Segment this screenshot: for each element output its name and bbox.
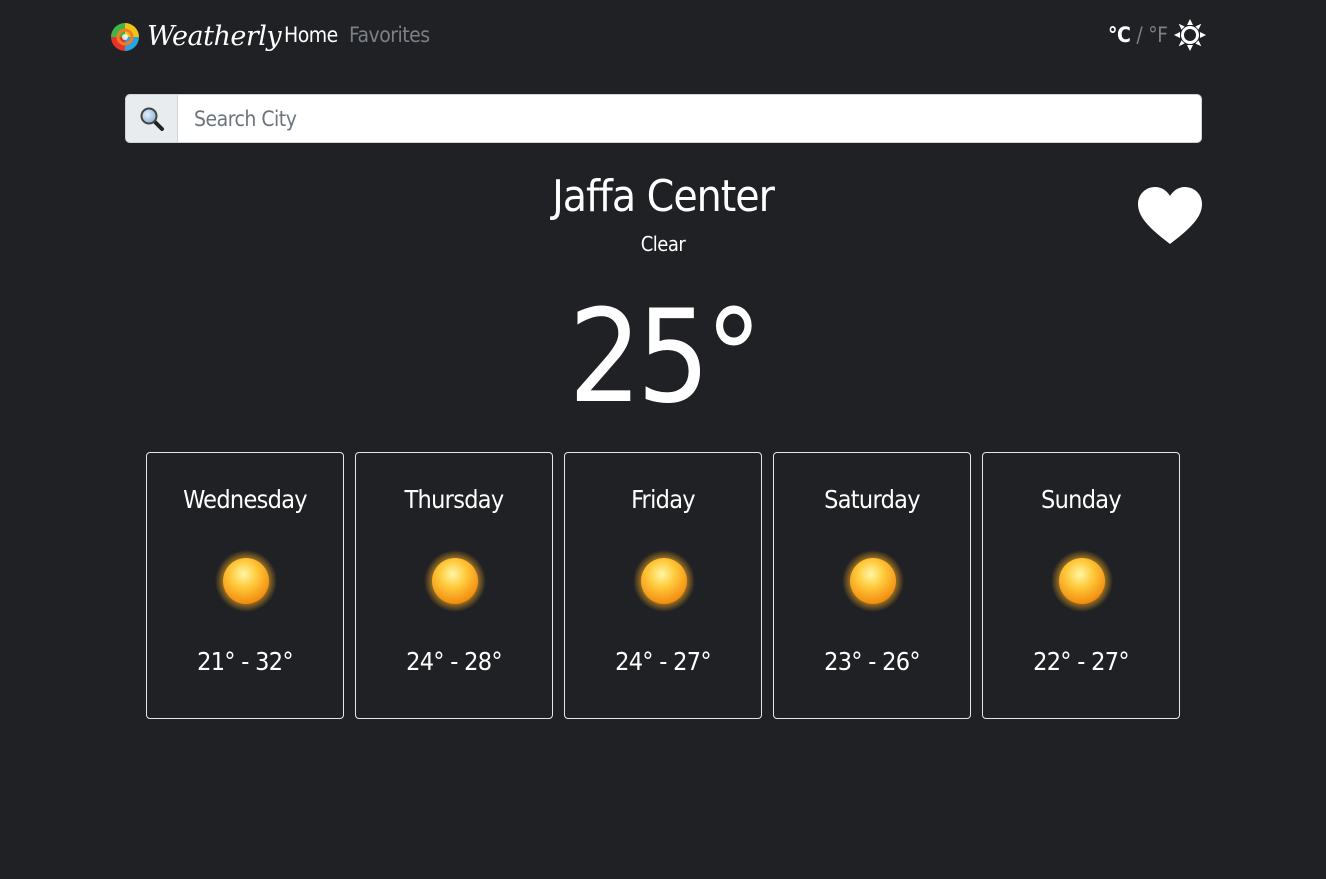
forecast-day-name: Friday — [631, 485, 695, 514]
forecast-day-name: Thursday — [404, 485, 505, 514]
fahrenheit-option[interactable]: °F — [1148, 20, 1168, 50]
nav-home-link[interactable]: Home — [284, 20, 338, 50]
forecast-day-card: Wednesday 21° - 32° — [146, 452, 344, 719]
forecast-temp-range: 21° - 32° — [197, 647, 294, 676]
forecast-temp-range: 22° - 27° — [1033, 647, 1130, 676]
search-input[interactable] — [178, 94, 1202, 143]
forecast-day-card: Sunday 22° - 27° — [982, 452, 1180, 719]
celsius-option[interactable]: °C — [1108, 20, 1131, 50]
search-bar — [125, 94, 1202, 143]
navbar: Weatherly Home Favorites °C / °F — [0, 0, 1326, 72]
forecast-day-name: Wednesday — [183, 485, 307, 514]
rainbow-swirl-logo-icon — [111, 23, 139, 51]
sunny-icon — [842, 550, 904, 612]
search-button[interactable] — [125, 94, 178, 143]
weather-condition: Clear — [640, 232, 686, 256]
forecast-day-card: Thursday 24° - 28° — [355, 452, 553, 719]
sunny-icon — [215, 550, 277, 612]
brand-link[interactable]: Weatherly — [110, 18, 282, 56]
forecast-day-card: Saturday 23° - 26° — [773, 452, 971, 719]
forecast-day-name: Saturday — [824, 485, 920, 514]
sunny-icon — [424, 550, 486, 612]
city-name: Jaffa Center — [552, 171, 775, 222]
forecast-temp-range: 24° - 27° — [615, 647, 712, 676]
forecast-day-name: Sunday — [1041, 485, 1122, 514]
forecast-day-card: Friday 24° - 27° — [564, 452, 762, 719]
favorite-heart-icon[interactable] — [1137, 186, 1203, 246]
theme-toggle-sun-icon[interactable] — [1173, 18, 1207, 52]
forecast-list: Wednesday 21° - 32° Thursday 24° - 28° F… — [146, 452, 1180, 719]
forecast-temp-range: 24° - 28° — [406, 647, 503, 676]
nav-favorites-link[interactable]: Favorites — [349, 20, 430, 50]
unit-separator: / — [1136, 23, 1143, 47]
sunny-icon — [633, 550, 695, 612]
forecast-temp-range: 23° - 26° — [824, 647, 921, 676]
app-name: Weatherly — [147, 21, 282, 52]
unit-toggle: °C / °F — [1108, 20, 1168, 50]
magnifier-icon — [140, 107, 164, 131]
current-temperature: 25° — [568, 283, 762, 432]
sunny-icon — [1051, 550, 1113, 612]
